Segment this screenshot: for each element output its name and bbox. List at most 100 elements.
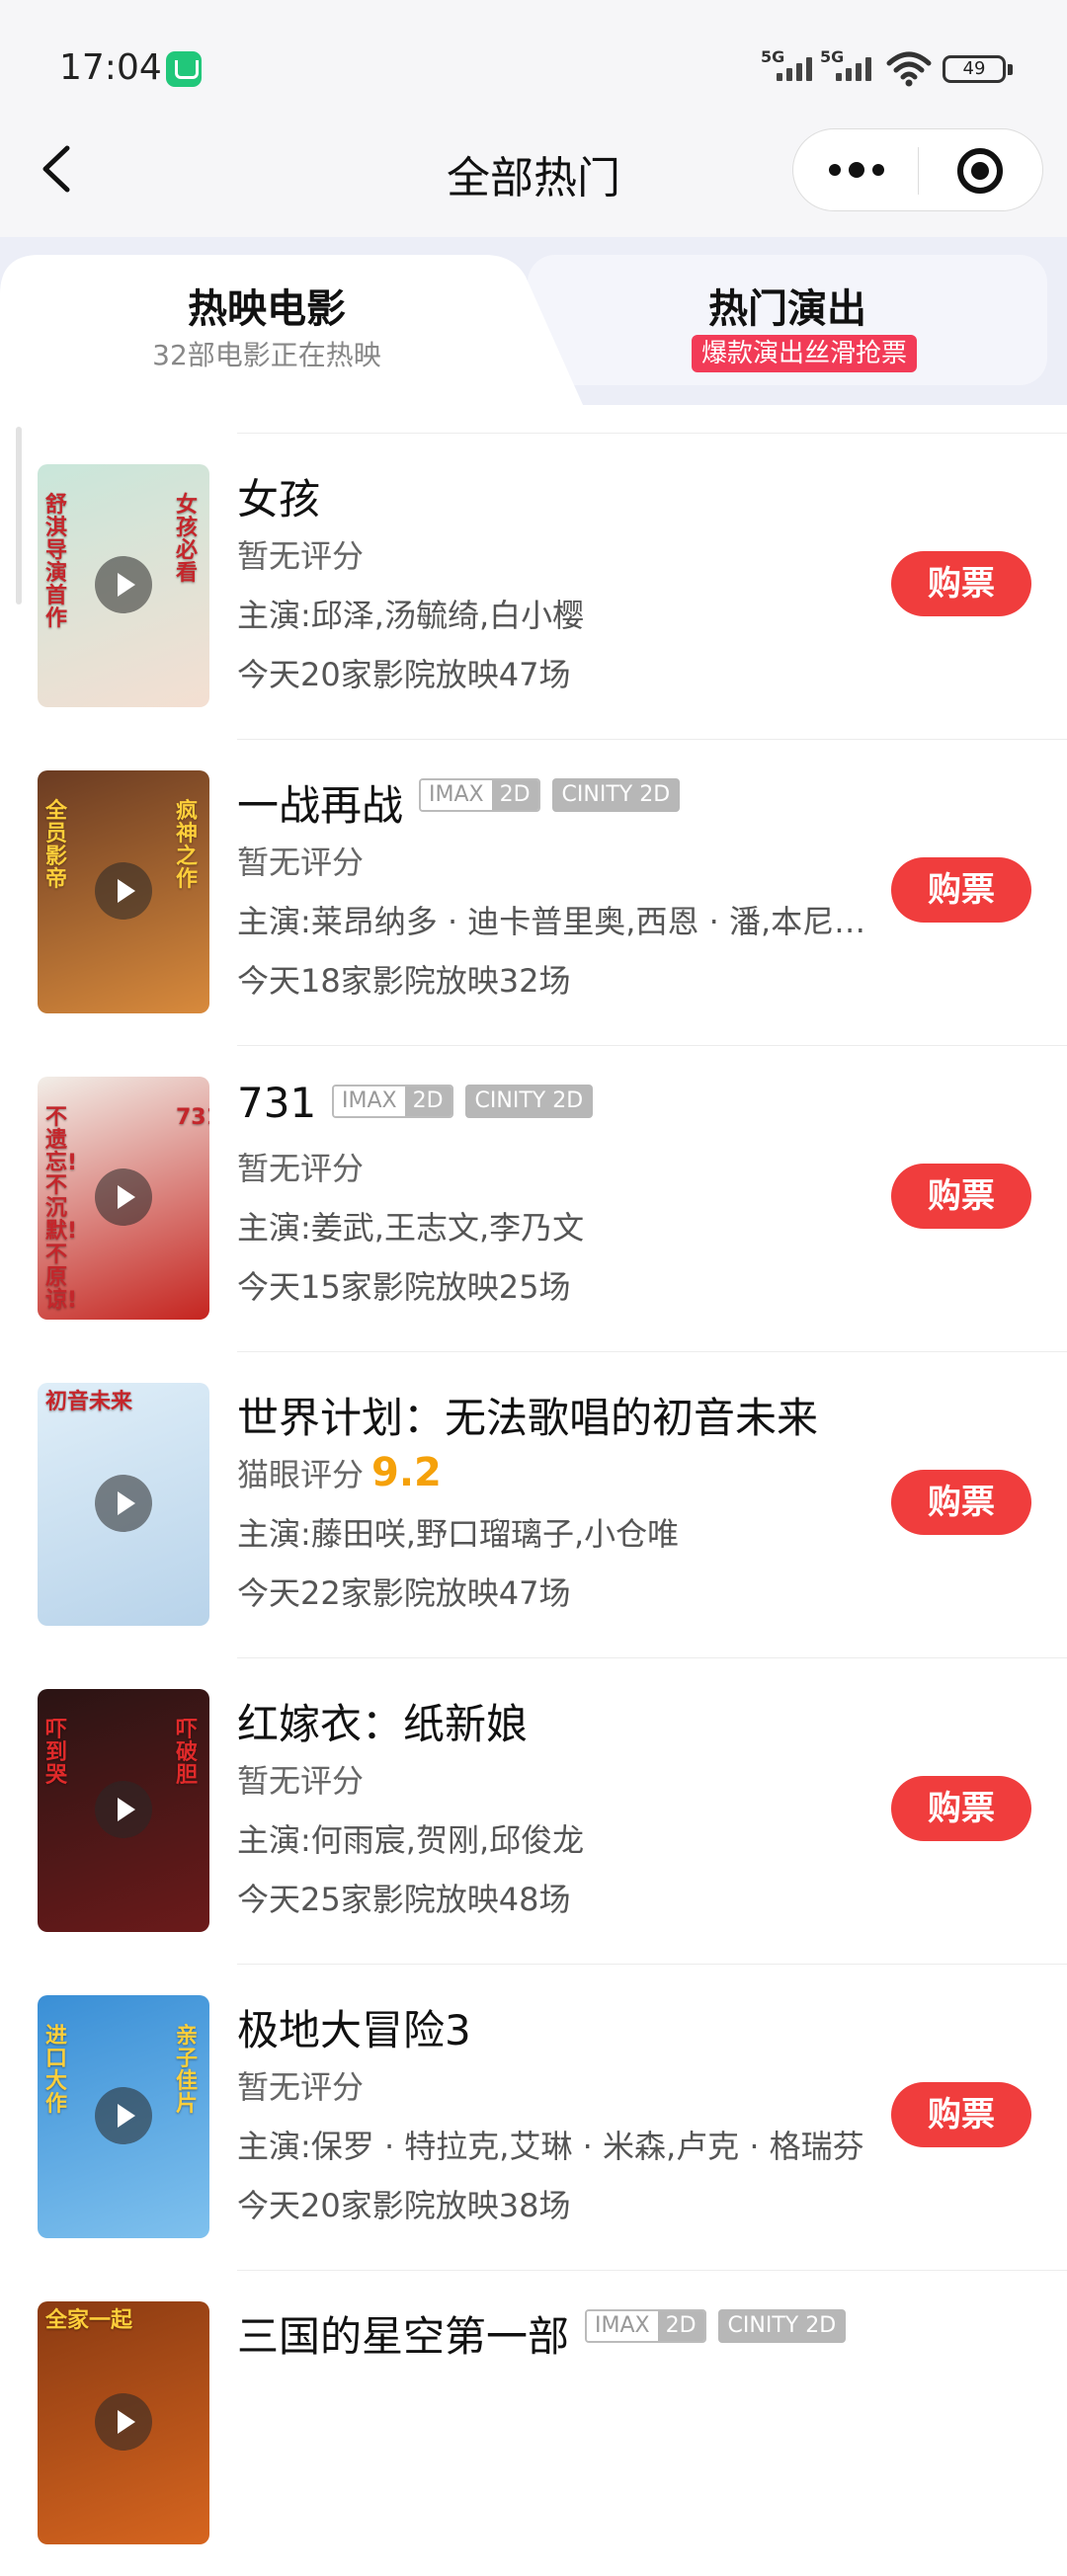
format-tags: IMAX 2D CINITY 2D: [332, 1085, 594, 1120]
more-menu-icon[interactable]: [829, 160, 884, 180]
rating-label: 暂无评分: [237, 844, 365, 881]
row-divider: [237, 2270, 1067, 2271]
movie-rating: 暂无评分: [237, 531, 364, 577]
movie-cast: 主演:保罗 · 特拉克,艾琳 · 米森,卢克 · 格瑞芬: [237, 2128, 864, 2165]
buy-ticket-button[interactable]: 购票: [891, 1164, 1031, 1229]
movie-item[interactable]: 舒淇导演首作 女孩必看 女孩暂无评分主演:邱泽,汤毓绮,白小樱 今天20家影院放映47…: [0, 433, 1067, 739]
play-trailer-icon[interactable]: [95, 862, 152, 920]
signal-label-2: 5G: [820, 47, 845, 66]
rating-label: 暂无评分: [237, 2068, 365, 2106]
play-trailer-icon[interactable]: [95, 2393, 152, 2451]
row-divider: [237, 1045, 1067, 1046]
movie-poster[interactable]: 全员影帝 疯神之作: [38, 770, 209, 1013]
row-divider: [237, 433, 1067, 434]
cinity-tag: CINITY 2D: [551, 778, 681, 812]
movie-title: 三国的星空第一部: [237, 2312, 570, 2361]
play-trailer-icon[interactable]: [95, 2087, 152, 2144]
play-trailer-icon[interactable]: [95, 1781, 152, 1838]
poster-text: 亲子佳片: [176, 2024, 199, 2118]
movie-item[interactable]: 不遗忘!不沉默!不原谅! 731 731 IMAX2D CINITY 2D 暂无评分主演:…: [0, 1045, 1067, 1351]
battery-icon: 49: [943, 55, 1013, 83]
poster-text: 全家一起: [45, 2308, 133, 2333]
movie-list: 舒淇导演首作 女孩必看 女孩 暂无评分 主演:邱泽,汤毓绮,白小樱 今天20家影院放映47…: [0, 433, 1067, 2576]
miniprogram-capsule: [792, 128, 1043, 211]
rating-label: 猫眼评分: [237, 1456, 365, 1493]
play-trailer-icon[interactable]: [95, 1168, 152, 1226]
wifi-icon: [886, 51, 932, 87]
buy-ticket-button[interactable]: 购票: [891, 551, 1031, 616]
movie-rating: 猫眼评分 9.2: [237, 1450, 442, 1495]
cinity-tag: CINITY 2D: [717, 2309, 847, 2343]
movie-showtimes: 今天20家影院放映38场: [237, 2187, 571, 2224]
capsule-divider: [918, 147, 919, 195]
movie-item[interactable]: 全家一起 三国的星空第一部 IMAX 2D CINITY 2D: [0, 2270, 1067, 2576]
poster-text: 疯神之作: [176, 799, 199, 893]
movie-title: 一战再战: [237, 781, 404, 830]
poster-text: 吓到哭: [45, 1718, 68, 1789]
buy-ticket-button[interactable]: 购票: [891, 2082, 1031, 2147]
movie-item[interactable]: 全员影帝 疯神之作 一战再战 IMAX 2D CINITY 2D 暂无评分主演:莱昂纳多 ·…: [0, 739, 1067, 1045]
poster-text: 731: [176, 1105, 209, 1130]
imax-tag: IMAX 2D: [419, 778, 540, 812]
movie-cast: 主演:藤田咲,野口瑠璃子,小仓唯: [237, 1515, 680, 1553]
movie-item[interactable]: 吓到哭 吓破胆 红嫁衣：纸新娘 暂无评分 主演:何雨宸,贺刚,邱俊龙 今天25家影院放映4…: [0, 1657, 1067, 1964]
movie-cast: 主演:邱泽,汤毓绮,白小樱: [237, 597, 585, 634]
movie-poster[interactable]: 不遗忘!不沉默!不原谅! 731: [38, 1077, 209, 1320]
format-tags: IMAX 2D CINITY 2D: [419, 778, 681, 814]
movie-showtimes: 今天25家影院放映48场: [237, 1881, 571, 1918]
movie-showtimes: 今天20家影院放映47场: [237, 656, 571, 693]
movie-rating: 暂无评分: [237, 838, 364, 883]
signal-icon: 5G: [761, 47, 822, 85]
movie-title: 女孩: [237, 475, 321, 523]
poster-text: 舒淇导演首作: [45, 493, 68, 632]
tab-shows-badge: 爆款演出丝滑抢票: [692, 335, 918, 372]
rating-label: 暂无评分: [237, 1150, 365, 1187]
tab-movies-title: 热映电影: [188, 286, 346, 332]
rating-label: 暂无评分: [237, 537, 365, 575]
row-divider: [237, 1964, 1067, 1965]
movie-rating: 暂无评分: [237, 1756, 364, 1802]
movie-poster[interactable]: 舒淇导演首作 女孩必看: [38, 464, 209, 707]
movie-showtimes: 今天18家影院放映32场: [237, 962, 571, 1000]
movie-title: 731: [237, 1079, 317, 1127]
play-trailer-icon[interactable]: [95, 1475, 152, 1532]
movie-poster[interactable]: 吓到哭 吓破胆: [38, 1689, 209, 1932]
rating-score: 9.2: [371, 1450, 442, 1495]
poster-text: 不遗忘!不沉默!不原谅!: [45, 1105, 78, 1313]
movie-title: 极地大冒险3: [237, 2006, 471, 2054]
row-divider: [237, 1351, 1067, 1352]
movie-item[interactable]: 初音未来 世界计划：无法歌唱的初音未来 猫眼评分 9.2 主演:藤田咲,野口瑠璃子,小仓…: [0, 1351, 1067, 1657]
nav-bar: 全部热门: [0, 99, 1067, 237]
poster-text: 吓破胆: [176, 1718, 199, 1789]
movie-poster[interactable]: 进口大作 亲子佳片: [38, 1995, 209, 2238]
buy-ticket-button[interactable]: 购票: [891, 1470, 1031, 1535]
status-time: 17:04: [59, 47, 162, 88]
movie-rating: 暂无评分: [237, 1144, 364, 1189]
movie-cast: 主演:莱昂纳多 · 迪卡普里奥,西恩 · 潘,本尼…: [237, 903, 866, 940]
movie-showtimes: 今天22家影院放映47场: [237, 1574, 571, 1612]
movie-rating: 暂无评分: [237, 2062, 364, 2108]
signal-icon-2: 5G: [820, 47, 881, 85]
poster-text: 女孩必看: [176, 493, 199, 587]
movie-item[interactable]: 进口大作 亲子佳片 极地大冒险3 暂无评分主演:保罗 · 特拉克,艾琳 · 米森,卢克…: [0, 1964, 1067, 2270]
buy-ticket-button[interactable]: 购票: [891, 857, 1031, 923]
category-tabs: 热门演出 热映电影 32部电影正在热映 爆款演出丝滑抢票: [0, 237, 1067, 405]
buy-ticket-button[interactable]: 购票: [891, 1776, 1031, 1841]
cinity-tag: CINITY 2D: [464, 1085, 594, 1118]
imax-tag: IMAX 2D: [332, 1085, 453, 1118]
tab-movies[interactable]: 热映电影 32部电影正在热映: [0, 255, 534, 387]
movie-poster[interactable]: 全家一起: [38, 2301, 209, 2544]
poster-text: 全员影帝: [45, 799, 68, 893]
rating-label: 暂无评分: [237, 1762, 365, 1800]
app-notification-icon: [166, 51, 202, 87]
poster-text: 初音未来: [45, 1390, 133, 1414]
row-divider: [237, 1657, 1067, 1658]
format-tags: IMAX 2D CINITY 2D: [585, 2309, 847, 2345]
movie-showtimes: 今天15家影院放映25场: [237, 1268, 571, 1306]
play-trailer-icon[interactable]: [95, 556, 152, 613]
movie-cast: 主演:姜武,王志文,李乃文: [237, 1209, 585, 1247]
movie-poster[interactable]: 初音未来: [38, 1383, 209, 1626]
poster-text: 进口大作: [45, 2024, 68, 2118]
imax-tag: IMAX 2D: [585, 2309, 706, 2343]
close-miniprogram-icon[interactable]: [957, 148, 1003, 194]
